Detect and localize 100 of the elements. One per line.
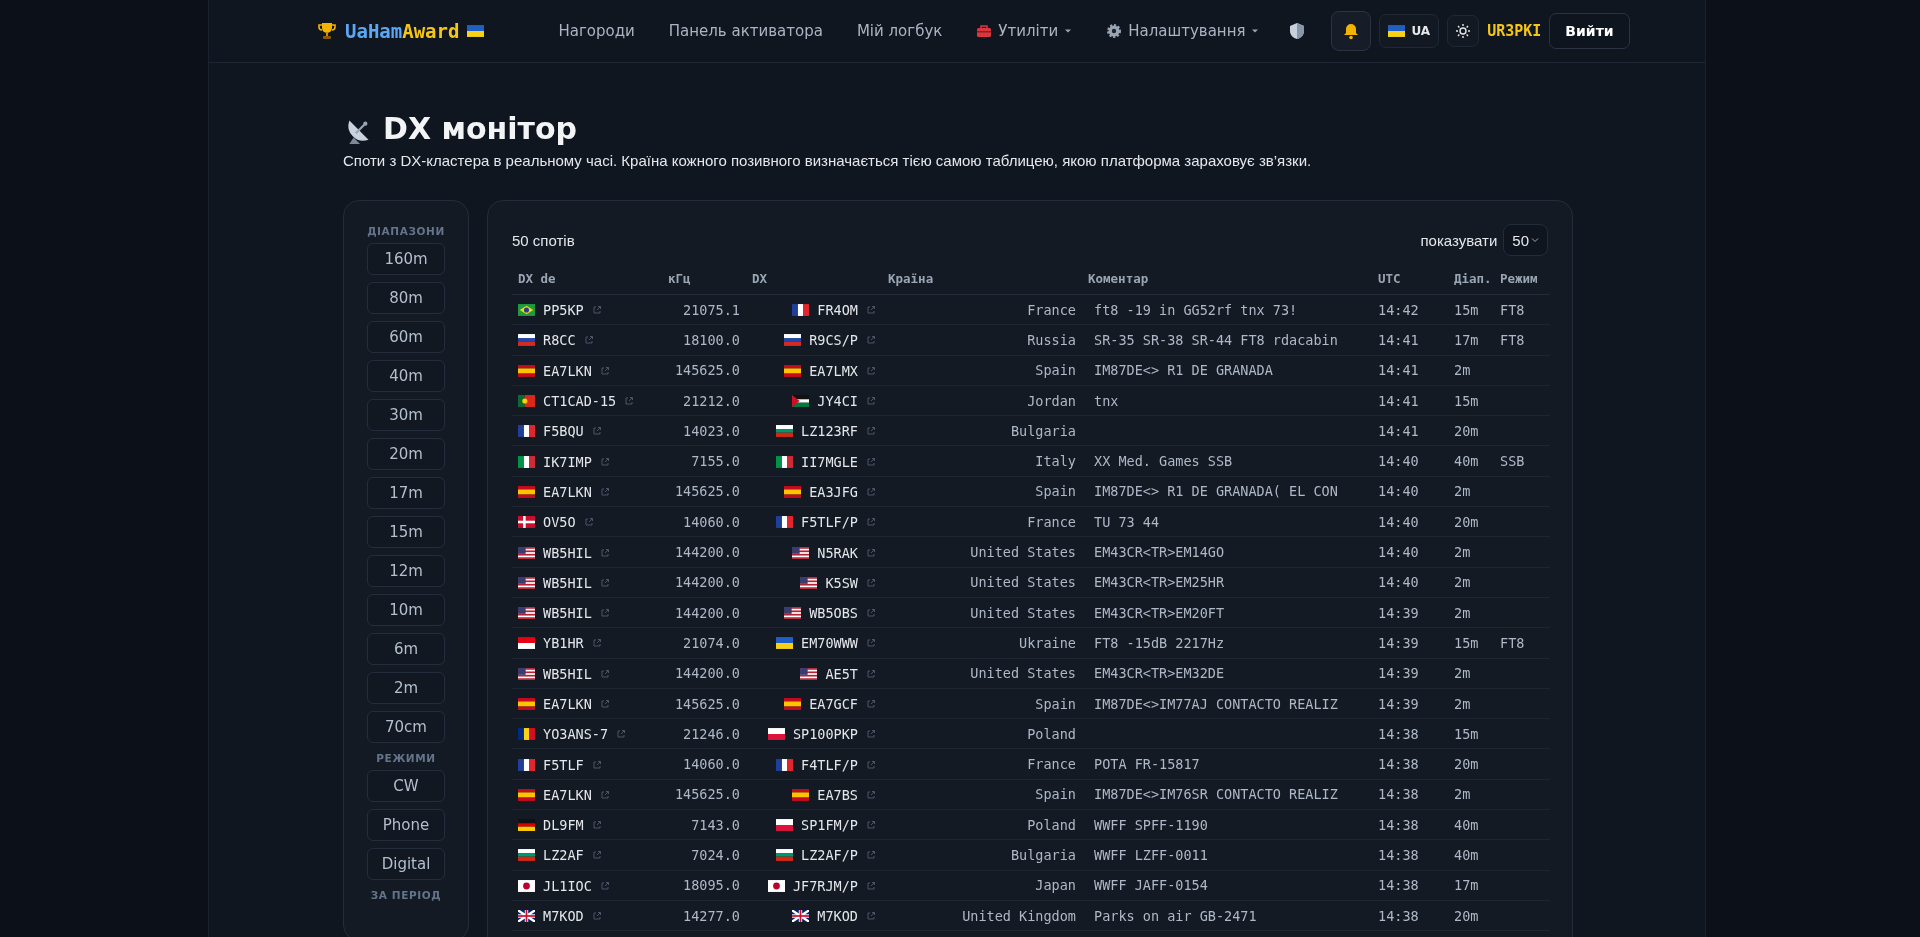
nav-link[interactable]: Мій логбук — [856, 22, 943, 40]
filter-chip[interactable]: CW — [367, 770, 445, 802]
band-text: 15m — [1454, 301, 1479, 318]
external-link-icon[interactable] — [866, 426, 876, 437]
column-header: Діап. — [1448, 263, 1494, 295]
filter-chip[interactable]: 15m — [367, 516, 445, 548]
page-size-select[interactable]: 50 — [1503, 224, 1548, 256]
filter-chip[interactable]: 30m — [367, 399, 445, 431]
nav-link[interactable]: Налаштування — [1106, 22, 1260, 40]
external-link-icon[interactable] — [866, 335, 876, 346]
external-link-icon[interactable] — [866, 396, 876, 407]
external-link-icon[interactable] — [866, 759, 876, 770]
filter-chip[interactable]: 2m — [367, 672, 445, 704]
user-callsign[interactable]: UR3PKI — [1487, 22, 1542, 40]
external-link-icon[interactable] — [591, 426, 602, 437]
notifications-button[interactable] — [1331, 11, 1372, 51]
filter-chip[interactable]: 60m — [367, 321, 445, 353]
external-link-icon[interactable] — [866, 699, 876, 709]
comment: EM43CR<TR>EM14GO — [1094, 544, 1225, 560]
external-link-icon[interactable] — [591, 820, 602, 831]
external-link-icon[interactable] — [591, 911, 602, 922]
external-link-icon[interactable] — [866, 608, 876, 619]
external-link-icon[interactable] — [866, 668, 876, 679]
external-link-icon[interactable] — [866, 820, 876, 831]
external-link-icon[interactable] — [591, 305, 602, 316]
external-link-icon[interactable] — [624, 396, 635, 407]
flag-icon — [518, 819, 535, 832]
country: Jordan — [1027, 392, 1076, 409]
brand-logo[interactable]: UaHamAward — [345, 20, 460, 42]
nav-link[interactable]: Утиліти — [976, 22, 1073, 40]
mode: SSB — [1500, 453, 1525, 470]
external-link-icon[interactable] — [599, 577, 610, 588]
external-link-icon[interactable] — [866, 729, 876, 740]
external-link-icon[interactable] — [591, 850, 602, 861]
external-link-icon[interactable] — [599, 486, 610, 497]
external-link-icon[interactable] — [616, 729, 627, 740]
external-link-icon[interactable] — [866, 517, 876, 528]
band-text: 20m — [1454, 422, 1479, 439]
filter-chip[interactable]: 80m — [367, 282, 445, 314]
callsign: EA7LKN — [543, 362, 592, 379]
comment: TU 73 44 — [1094, 513, 1160, 530]
external-link-icon[interactable] — [866, 305, 876, 316]
external-link-icon[interactable] — [599, 699, 610, 709]
flag-icon — [518, 849, 535, 862]
external-link-icon[interactable] — [866, 456, 876, 467]
flag-icon — [518, 879, 535, 892]
filter-chip[interactable]: 160m — [367, 243, 445, 275]
external-link-icon[interactable] — [583, 335, 594, 346]
filter-chip[interactable]: 17m — [367, 477, 445, 509]
frequency: 144200.0 — [674, 544, 740, 560]
flag-icon — [776, 819, 794, 832]
filter-chip[interactable]: 6m — [367, 633, 445, 665]
caret-icon — [1531, 237, 1539, 243]
filter-chip[interactable]: Phone — [367, 809, 445, 841]
filter-chip[interactable]: 12m — [367, 555, 445, 587]
external-link-icon[interactable] — [866, 850, 876, 861]
filter-chip[interactable]: Digital — [367, 848, 445, 880]
frequency: 7024.0 — [691, 847, 740, 863]
callsign: JF7RJM/P — [792, 877, 858, 894]
logout-button[interactable]: Вийти — [1549, 13, 1630, 49]
nav-link[interactable]: Нагороди — [558, 22, 635, 40]
callsign: YB1HR — [543, 635, 584, 652]
language-button[interactable]: UA — [1379, 14, 1440, 48]
external-link-icon[interactable] — [599, 608, 610, 619]
external-link-icon[interactable] — [866, 577, 876, 588]
callsign: LZ2AF — [543, 847, 584, 864]
external-link-icon[interactable] — [591, 638, 602, 649]
external-link-icon[interactable] — [866, 547, 876, 558]
filter-chip[interactable]: 40m — [367, 360, 445, 392]
filter-chip[interactable]: 20m — [367, 438, 445, 470]
external-link-icon[interactable] — [599, 668, 610, 679]
theme-toggle-button[interactable] — [1447, 15, 1480, 47]
flag-icon — [518, 455, 535, 468]
filter-chip[interactable]: 70cm — [367, 711, 445, 743]
external-link-icon[interactable] — [599, 456, 610, 467]
external-link-icon[interactable] — [591, 759, 602, 770]
external-link-icon[interactable] — [599, 547, 610, 558]
filter-chip[interactable]: 10m — [367, 594, 445, 626]
frequency: 14023.0 — [683, 422, 740, 439]
callsign: R8CC — [543, 332, 576, 349]
flag-icon — [518, 516, 535, 529]
external-link-icon[interactable] — [866, 365, 876, 376]
nav-link[interactable]: Панель активатора — [668, 22, 823, 40]
external-link-icon[interactable] — [599, 789, 610, 800]
frequency: 145625.0 — [674, 695, 740, 712]
flag-icon — [776, 758, 794, 771]
external-link-icon[interactable] — [583, 517, 594, 528]
external-link-icon[interactable] — [866, 789, 876, 800]
flag-icon — [1388, 25, 1406, 37]
external-link-icon[interactable] — [866, 638, 876, 649]
frequency: 145625.0 — [674, 483, 740, 500]
external-link-icon[interactable] — [866, 486, 876, 497]
external-link-icon[interactable] — [866, 911, 876, 922]
callsign: F5BQU — [543, 423, 584, 440]
country: Russia — [1027, 331, 1076, 348]
external-link-icon[interactable] — [599, 365, 610, 376]
external-link-icon[interactable] — [866, 880, 876, 891]
country: France — [1027, 756, 1076, 773]
utc-time: 14:39 — [1378, 695, 1419, 712]
external-link-icon[interactable] — [599, 880, 610, 891]
